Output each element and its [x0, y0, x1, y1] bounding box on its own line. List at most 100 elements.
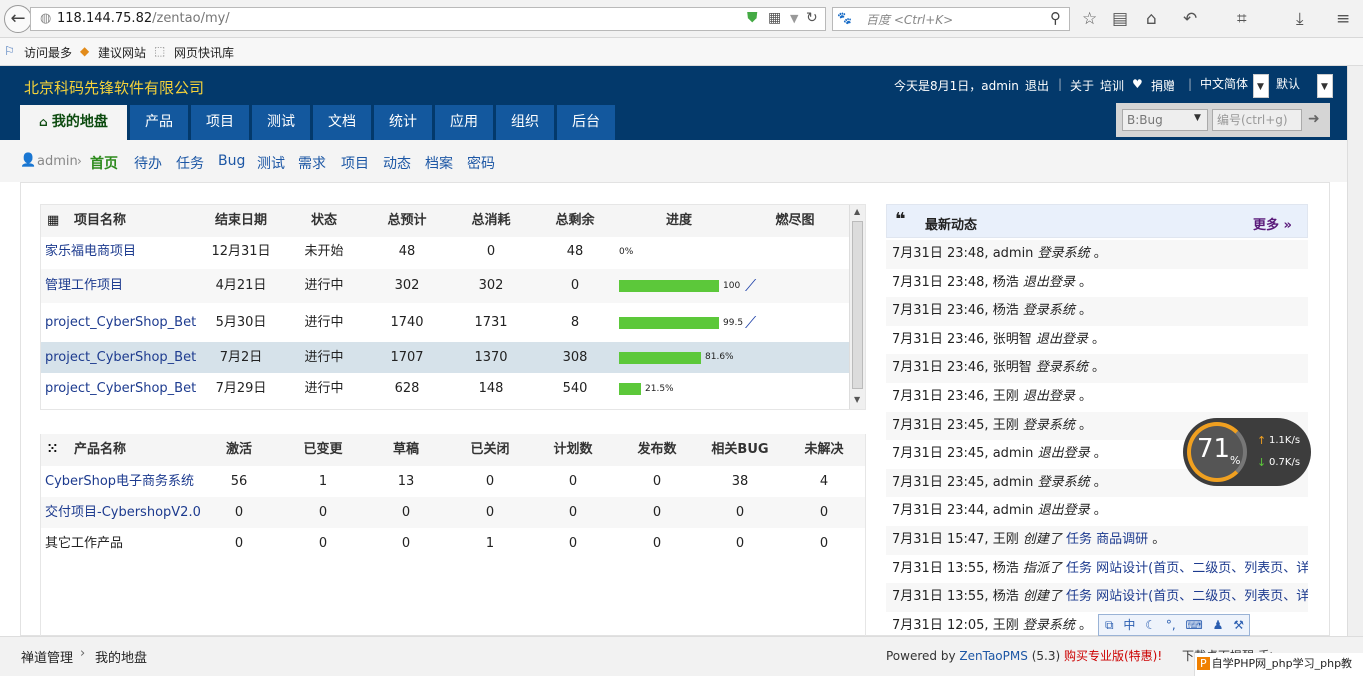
product-cell: 56: [230, 474, 248, 489]
divider: |: [1058, 77, 1063, 91]
col-changed: 已变更: [303, 442, 343, 457]
nav-tab-test[interactable]: 测试: [252, 105, 310, 140]
zentao-link[interactable]: ZenTaoPMS: [959, 649, 1027, 663]
nav-tab-product[interactable]: 产品: [130, 105, 188, 140]
progress-label: 0%: [619, 247, 634, 257]
dynamic-end: 。: [1079, 303, 1093, 319]
project-name-link[interactable]: 管理工作项目: [45, 269, 197, 303]
ime-logo-icon[interactable]: ⧉: [1105, 618, 1114, 632]
project-cell-consumed: 148: [478, 381, 504, 396]
nav-tab-app[interactable]: 应用: [435, 105, 493, 140]
subnav-story[interactable]: 需求: [298, 153, 326, 173]
dynamic-action: 创建了: [1022, 532, 1062, 547]
crop-icon[interactable]: ⌗: [1237, 9, 1247, 29]
project-name-link[interactable]: project_CyberShop_Beta0.: [45, 373, 197, 405]
back-icon[interactable]: ←: [4, 5, 32, 33]
col-estimate: 总预计: [387, 213, 427, 228]
moon-icon[interactable]: ☾: [1145, 618, 1156, 632]
ime-toolbar[interactable]: ⧉ 中 ☾ °, ⌨ ♟ ⚒: [1098, 614, 1250, 636]
project-row[interactable]: project_CyberShop_Beta0. 7月29日 进行中 628 148 54…: [41, 373, 849, 405]
bookmark-webslice[interactable]: 网页快讯库: [174, 44, 234, 61]
reload-icon[interactable]: ↻: [806, 10, 818, 26]
go-icon[interactable]: ➜: [1308, 111, 1320, 127]
product-name-link[interactable]: CyberShop电子商务系统: [45, 466, 194, 497]
search-icon[interactable]: ⚲: [1050, 9, 1061, 27]
project-row[interactable]: 家乐福电商项目 12月31日 未开始 48 0 48 0%: [41, 237, 849, 267]
about-link[interactable]: 关于: [1070, 77, 1094, 94]
star-icon[interactable]: ☆: [1082, 9, 1097, 29]
subnav-todo[interactable]: 待办: [134, 153, 162, 173]
dynamic-obj[interactable]: 任务 商品调研: [1066, 532, 1148, 547]
nav-tab-report[interactable]: 统计: [374, 105, 432, 140]
nav-tab-project[interactable]: 项目: [191, 105, 249, 140]
id-search-input[interactable]: 编号(ctrl+g): [1212, 109, 1302, 131]
project-cell-est: 302: [394, 278, 420, 293]
person-icon[interactable]: ♟: [1213, 618, 1224, 632]
download-icon[interactable]: ⤓: [1296, 9, 1304, 29]
training-link[interactable]: 培训: [1100, 77, 1124, 94]
subnav-profile[interactable]: 档案: [425, 153, 453, 173]
project-name-link[interactable]: project_CyberShop_Beta0.: [45, 342, 197, 373]
subnav-task[interactable]: 任务: [176, 153, 204, 173]
project-scrollbar[interactable]: ▲ ▼: [849, 205, 865, 409]
donate-link[interactable]: 捐赠: [1151, 77, 1175, 94]
buy-link[interactable]: 购买专业版(特惠)!: [1064, 649, 1162, 663]
bookmark-most-visited[interactable]: 访问最多: [24, 44, 72, 61]
scroll-thumb[interactable]: [852, 221, 863, 389]
nav-tab-admin[interactable]: 后台: [557, 105, 615, 140]
logout-link[interactable]: 退出: [1025, 77, 1049, 94]
dynamic-item: 7月31日 13:55, 杨浩 指派了 任务 网站设计(首页、二级页、列表页、详: [886, 555, 1308, 584]
language-select[interactable]: 中文简体: [1200, 75, 1248, 92]
subnav-dynamic[interactable]: 动态: [383, 153, 411, 173]
scroll-down-icon[interactable]: ▼: [854, 395, 860, 404]
subnav-password[interactable]: 密码: [467, 153, 495, 173]
theme-select[interactable]: 默认: [1276, 75, 1300, 92]
project-name-link[interactable]: project_CyberShop_Beta0.: [45, 305, 197, 341]
subnav-bug[interactable]: Bug: [218, 153, 245, 169]
burndown-icon[interactable]: ⟋: [745, 269, 756, 303]
wrench-icon[interactable]: ⚒: [1233, 618, 1244, 632]
bookmark-suggested[interactable]: 建议网站: [98, 44, 146, 61]
menu-icon[interactable]: ≡: [1336, 9, 1350, 29]
footer-crumb-my[interactable]: 我的地盘: [95, 647, 147, 666]
nav-tab-my[interactable]: ⌂ 我的地盘: [20, 105, 127, 140]
dynamic-obj[interactable]: 任务 网站设计(首页、二级页、列表页、详: [1066, 561, 1308, 576]
dynamic-user: 杨浩: [992, 303, 1019, 319]
reader-icon[interactable]: ▤: [1112, 9, 1128, 29]
punct-icon[interactable]: °,: [1166, 618, 1176, 632]
project-row[interactable]: project_CyberShop_Beta0. 7月2日 进行中 1707 1370 3…: [41, 342, 849, 373]
product-row[interactable]: 交付项目-CybershopV2.0 0 0 0 0 0 0 0 0: [41, 497, 865, 528]
project-name-link[interactable]: 家乐福电商项目: [45, 237, 197, 267]
dynamic-item: 7月31日 15:47, 王刚 创建了 任务 商品调研 。: [886, 526, 1308, 555]
qr-icon[interactable]: ▦: [768, 10, 781, 26]
dropdown-icon[interactable]: ▼: [790, 12, 798, 25]
scroll-up-icon[interactable]: ▲: [854, 207, 860, 216]
product-name-link[interactable]: 其它工作产品: [45, 528, 123, 559]
ime-chinese-icon[interactable]: 中: [1123, 618, 1135, 632]
undo-icon[interactable]: ↶: [1183, 9, 1197, 29]
product-cell: 0: [568, 505, 578, 520]
keyboard-icon[interactable]: ⌨: [1186, 618, 1203, 632]
theme-dropdown-icon[interactable]: ▼: [1317, 74, 1333, 98]
nav-tab-doc[interactable]: 文档: [313, 105, 371, 140]
chevron-down-icon[interactable]: ▼: [1194, 113, 1201, 123]
page-scrollbar[interactable]: [1347, 66, 1363, 636]
language-dropdown-icon[interactable]: ▼: [1253, 74, 1269, 98]
dynamic-obj[interactable]: 任务 网站设计(首页、二级页、列表页、详: [1066, 589, 1308, 604]
shield-icon: ⛊: [747, 10, 758, 26]
more-link[interactable]: 更多 »: [1253, 214, 1292, 233]
nav-tab-company[interactable]: 组织: [496, 105, 554, 140]
product-row[interactable]: 其它工作产品 0 0 0 1 0 0 0 0: [41, 528, 865, 559]
burndown-icon[interactable]: ⟋: [745, 305, 756, 341]
subnav-home[interactable]: 首页: [90, 153, 118, 173]
subnav-test[interactable]: 测试: [257, 153, 285, 173]
product-name-link[interactable]: 交付项目-CybershopV2.0: [45, 497, 201, 528]
footer-crumb-home[interactable]: 禅道管理: [21, 647, 73, 666]
subnav-project[interactable]: 项目: [341, 153, 369, 173]
project-row[interactable]: project_CyberShop_Beta0. 5月30日 进行中 1740 1731…: [41, 305, 849, 341]
project-row[interactable]: 管理工作项目 4月21日 进行中 302 302 0 100 ⟋: [41, 269, 849, 303]
home-icon[interactable]: ⌂: [1146, 9, 1157, 29]
project-cell-est: 1740: [390, 315, 424, 330]
project-cell-consumed: 0: [486, 244, 496, 259]
product-row[interactable]: CyberShop电子商务系统 56 1 13 0 0 0 38 4: [41, 466, 865, 497]
